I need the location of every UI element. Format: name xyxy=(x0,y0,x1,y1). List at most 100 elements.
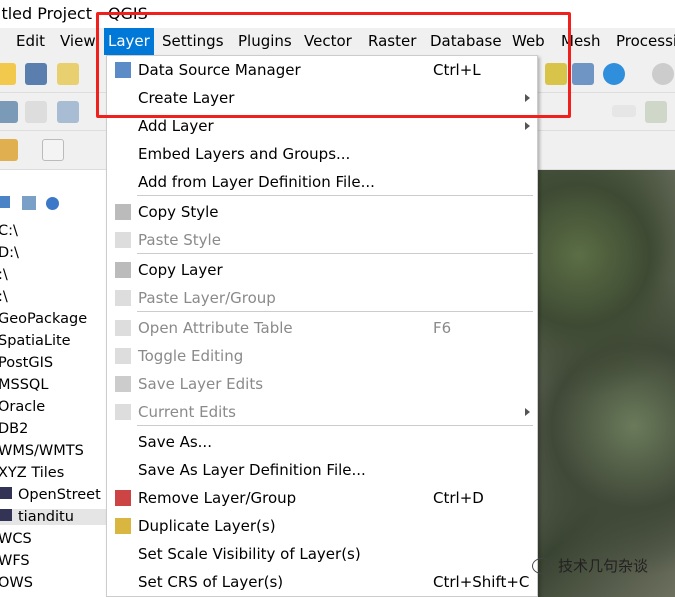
browser-item[interactable]: tianditu xyxy=(0,509,108,525)
menu-raster[interactable]: Raster xyxy=(364,28,420,55)
menu-item-duplicate-layer-s[interactable]: Duplicate Layer(s) xyxy=(107,512,537,540)
browser-item[interactable]: WCS xyxy=(0,531,32,547)
menu-item-label: Copy Layer xyxy=(138,261,223,279)
browser-item[interactable]: OpenStreet xyxy=(0,487,101,503)
browser-item[interactable]: DB2 xyxy=(0,421,28,437)
data-source-manager-icon xyxy=(115,62,131,78)
browser-item[interactable]: WMS/WMTS xyxy=(0,443,84,459)
menu-vector[interactable]: Vector xyxy=(300,28,356,55)
paste-icon xyxy=(115,290,131,306)
browser-item[interactable]: WFS xyxy=(0,553,30,569)
menu-item-label: Save As Layer Definition File... xyxy=(138,461,366,479)
browser-item[interactable]: GeoPackage xyxy=(0,311,87,327)
table-icon xyxy=(115,320,131,336)
menu-processi[interactable]: Processi xyxy=(612,28,675,55)
wechat-icon xyxy=(532,557,552,574)
menu-item-label: Current Edits xyxy=(138,403,236,421)
browser-item[interactable]: PostGIS xyxy=(0,355,53,371)
browser-item[interactable]: :\ xyxy=(0,267,8,283)
filter-icon[interactable] xyxy=(0,196,10,208)
menu-item-label: Toggle Editing xyxy=(138,347,244,365)
menu-item-label: Copy Style xyxy=(138,203,219,221)
watermark: 技术几句杂谈 xyxy=(532,555,648,576)
menu-item-current-edits[interactable]: Current Edits xyxy=(107,398,537,426)
xyz-layer-icon xyxy=(0,509,12,521)
browser-item[interactable]: :\ xyxy=(0,289,8,305)
menu-settings[interactable]: Settings xyxy=(158,28,228,55)
menu-item-embed-layers-and-groups[interactable]: Embed Layers and Groups... xyxy=(107,140,537,168)
menu-item-label: Duplicate Layer(s) xyxy=(138,517,276,535)
toolbar-icon[interactable] xyxy=(545,63,567,85)
save-project-icon[interactable] xyxy=(25,63,47,85)
menu-item-label: Create Layer xyxy=(138,89,235,107)
browser-item[interactable]: OWS xyxy=(0,575,33,591)
identify-icon[interactable] xyxy=(652,63,674,85)
menu-item-create-layer[interactable]: Create Layer xyxy=(107,84,537,112)
select-icon[interactable] xyxy=(42,139,64,161)
menu-item-open-attribute-table[interactable]: Open Attribute Table F6 xyxy=(107,314,537,342)
label-icon[interactable] xyxy=(612,105,636,117)
menu-item-copy-layer[interactable]: Copy Layer xyxy=(107,256,537,284)
shortcut: Ctrl+L xyxy=(433,61,481,79)
browser-item[interactable]: SpatiaLite xyxy=(0,333,71,349)
vertex-tool-icon[interactable] xyxy=(25,101,47,123)
xyz-layer-icon xyxy=(0,487,12,499)
menu-database[interactable]: Database xyxy=(426,28,506,55)
browser-item[interactable]: D:\ xyxy=(0,245,19,261)
shortcut: F6 xyxy=(433,319,452,337)
menu-item-add-layer[interactable]: Add Layer xyxy=(107,112,537,140)
browser-item[interactable]: XYZ Tiles xyxy=(0,465,64,481)
menu-item-toggle-editing[interactable]: Toggle Editing xyxy=(107,342,537,370)
menu-item-paste-style[interactable]: Paste Style xyxy=(107,226,537,254)
open-project-icon[interactable] xyxy=(0,63,16,85)
browser-item[interactable]: Oracle xyxy=(0,399,45,415)
layer-menu-dropdown: Data Source Manager Ctrl+L Create Layer Add… xyxy=(106,55,538,597)
collapse-icon[interactable] xyxy=(22,196,36,210)
menu-web[interactable]: Web xyxy=(508,28,549,55)
pencil-icon xyxy=(115,348,131,364)
menu-item-label: Embed Layers and Groups... xyxy=(138,145,351,163)
refresh-icon[interactable] xyxy=(603,63,625,85)
new-print-layout-icon[interactable] xyxy=(57,63,79,85)
menu-plugins[interactable]: Plugins xyxy=(234,28,296,55)
window-title: itled Project - QGIS xyxy=(0,4,148,23)
digitize-icon[interactable] xyxy=(57,101,79,123)
browser-item[interactable]: MSSQL xyxy=(0,377,48,393)
menu-item-save-as[interactable]: Save As... xyxy=(107,428,537,456)
submenu-arrow-icon xyxy=(525,122,530,130)
menu-item-add-from-layer-definition-file[interactable]: Add from Layer Definition File... xyxy=(107,168,537,196)
submenu-arrow-icon xyxy=(525,408,530,416)
duplicate-icon xyxy=(115,518,131,534)
info-icon[interactable] xyxy=(46,197,59,210)
menu-item-save-as-layer-definition-file[interactable]: Save As Layer Definition File... xyxy=(107,456,537,484)
bookmark-icon[interactable] xyxy=(572,63,594,85)
menu-view[interactable]: View xyxy=(56,28,100,55)
menu-edit[interactable]: Edit xyxy=(12,28,49,55)
menu-item-label: Paste Style xyxy=(138,231,221,249)
remove-layer-icon xyxy=(115,490,131,506)
edit-icon[interactable] xyxy=(0,139,18,161)
menu-bar: Edit View Layer Settings Plugins Vector Raster… xyxy=(0,28,675,55)
menu-mesh[interactable]: Mesh xyxy=(557,28,605,55)
browser-item[interactable]: C:\ xyxy=(0,223,18,239)
menu-item-label: Add Layer xyxy=(138,117,214,135)
menu-item-label: Add from Layer Definition File... xyxy=(138,173,375,191)
menu-item-set-crs-of-layer-s[interactable]: Set CRS of Layer(s) Ctrl+Shift+C xyxy=(107,568,537,596)
menu-item-paste-layer-group[interactable]: Paste Layer/Group xyxy=(107,284,537,312)
menu-item-label: Set CRS of Layer(s) xyxy=(138,573,284,591)
menu-item-label: Save As... xyxy=(138,433,212,451)
menu-item-label: Open Attribute Table xyxy=(138,319,293,337)
menu-item-data-source-manager[interactable]: Data Source Manager Ctrl+L xyxy=(107,56,537,84)
menu-layer[interactable]: Layer xyxy=(104,28,154,55)
map-canvas[interactable] xyxy=(538,170,675,597)
browser-panel: C:\ D:\ :\ :\ GeoPackage SpatiaLite PostGIS MSS… xyxy=(0,170,108,597)
menu-item-save-layer-edits[interactable]: Save Layer Edits xyxy=(107,370,537,398)
layer-icon[interactable] xyxy=(0,101,18,123)
menu-item-remove-layer-group[interactable]: Remove Layer/Group Ctrl+D xyxy=(107,484,537,512)
pencil-icon xyxy=(115,404,131,420)
paste-icon xyxy=(115,232,131,248)
menu-item-label: Set Scale Visibility of Layer(s) xyxy=(138,545,361,563)
diagram-icon[interactable] xyxy=(645,101,667,123)
menu-item-set-scale-visibility-of-layer-s[interactable]: Set Scale Visibility of Layer(s) xyxy=(107,540,537,568)
menu-item-copy-style[interactable]: Copy Style xyxy=(107,198,537,226)
